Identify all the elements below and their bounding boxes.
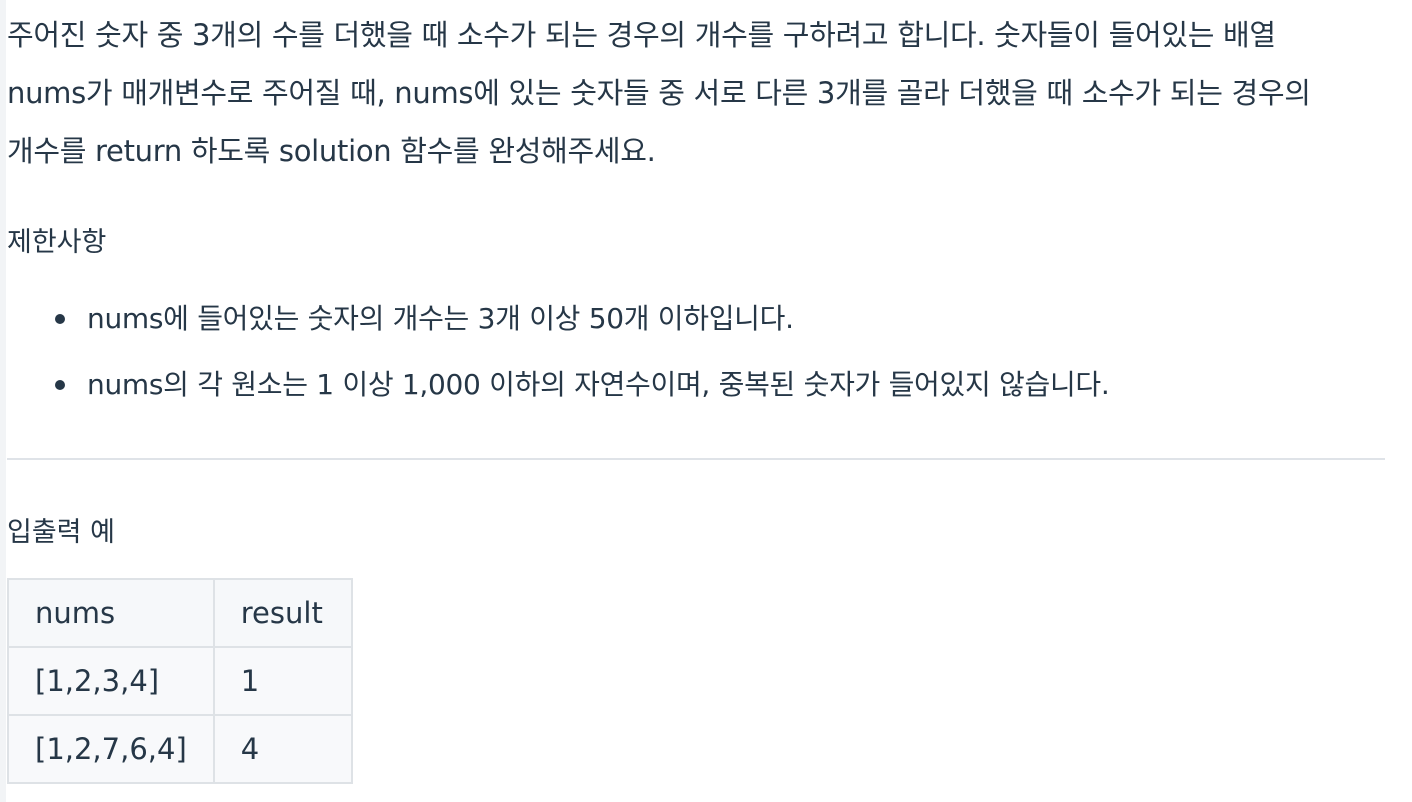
table-row: [1,2,3,4] 1: [7, 646, 353, 716]
cell-result: 1: [212, 646, 353, 716]
constraint-item: nums의 각 원소는 1 이상 1,000 이하의 자연수이며, 중복된 숫자…: [7, 352, 1110, 418]
cell-nums: [1,2,7,6,4]: [7, 714, 215, 784]
constraint-text: nums의 각 원소는 1 이상 1,000 이하의 자연수이며, 중복된 숫자…: [87, 368, 1110, 401]
cell-nums: [1,2,3,4]: [7, 646, 215, 716]
problem-content: 주어진 숫자 중 3개의 수를 더했을 때 소수가 되는 경우의 개수를 구하려…: [7, 0, 1387, 784]
left-gutter: [0, 0, 6, 802]
column-header-nums: nums: [7, 578, 215, 648]
bullet-icon: [55, 380, 65, 390]
constraints-title: 제한사항: [7, 227, 107, 258]
io-examples-table: nums result [1,2,3,4] 1 [1,2,7,6,4] 4: [7, 578, 353, 784]
cell-result: 4: [212, 714, 353, 784]
column-header-result: result: [212, 578, 353, 648]
table-header-row: nums result: [7, 578, 353, 648]
constraints-list: nums에 들어있는 숫자의 개수는 3개 이상 50개 이하입니다. nums…: [7, 286, 1110, 418]
section-divider: [7, 458, 1385, 460]
io-examples-title: 입출력 예: [7, 517, 115, 548]
bullet-icon: [55, 314, 65, 324]
problem-description: 주어진 숫자 중 3개의 수를 더했을 때 소수가 되는 경우의 개수를 구하려…: [7, 18, 1311, 168]
table-row: [1,2,7,6,4] 4: [7, 714, 353, 784]
constraint-text: nums에 들어있는 숫자의 개수는 3개 이상 50개 이하입니다.: [87, 302, 794, 335]
constraint-item: nums에 들어있는 숫자의 개수는 3개 이상 50개 이하입니다.: [7, 286, 1109, 352]
